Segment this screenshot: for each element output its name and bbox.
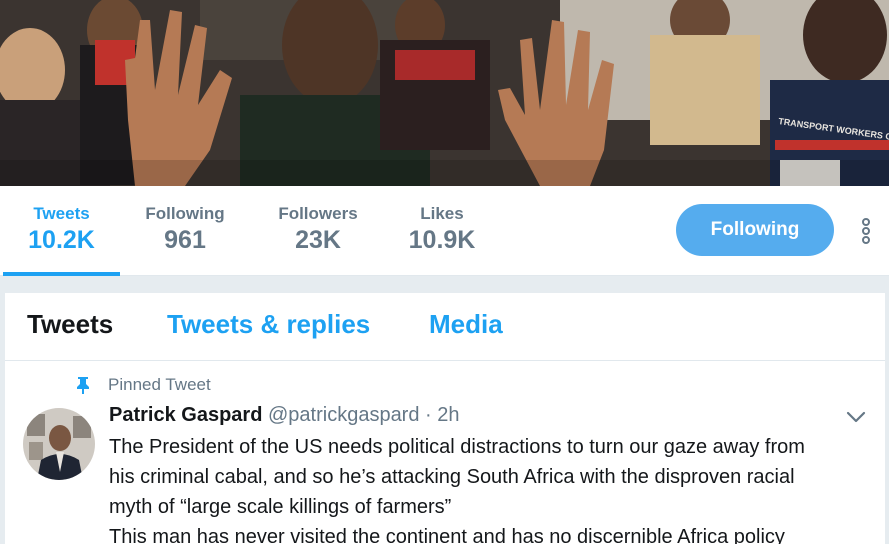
pinned-label: Pinned Tweet <box>108 375 211 394</box>
tweet-header: Patrick Gaspard @patrickgaspard · 2h <box>109 404 460 427</box>
likes-stat-tab[interactable]: Likes 10.9K <box>398 186 486 276</box>
timeline: Tweets Tweets & replies Media Pinned Twe… <box>5 293 885 544</box>
followers-stat-label: Followers <box>278 204 358 223</box>
tweet-text-line: The President of the US needs political … <box>109 436 805 458</box>
avatar-photo <box>23 408 95 480</box>
tweet-text-line: This man has never visited the continent… <box>109 526 785 544</box>
profile-nav: Tweets 10.2K Following 961 Followers 23K… <box>0 186 889 276</box>
tab-tweets-and-replies[interactable]: Tweets & replies <box>167 309 370 340</box>
tab-media[interactable]: Media <box>429 309 503 340</box>
likes-stat-label: Likes <box>420 204 464 223</box>
tweets-stat-value: 10.2K <box>28 226 95 254</box>
tweet-text-line: his criminal cabal, and so he’s attackin… <box>109 466 795 488</box>
tweet-timestamp[interactable]: 2h <box>437 404 459 426</box>
following-stat-label: Following <box>145 204 225 223</box>
more-options-button[interactable] <box>856 216 876 246</box>
following-stat-value: 961 <box>164 226 206 254</box>
tweets-stat-label: Tweets <box>33 204 90 223</box>
author-name[interactable]: Patrick Gaspard <box>109 404 262 426</box>
following-stat-tab[interactable]: Following 961 <box>130 186 240 276</box>
tweet-text-line: myth of “large scale killings of farmers… <box>109 496 452 518</box>
pin-icon <box>77 377 89 394</box>
likes-stat-value: 10.9K <box>408 226 476 254</box>
banner-photo: TRANSPORT WORKERS OF AMERICA · AFL-CIO <box>0 0 889 186</box>
avatar[interactable] <box>23 408 95 480</box>
header-separator: · <box>425 404 432 426</box>
followers-stat-tab[interactable]: Followers 23K <box>268 186 368 276</box>
tweet-menu-button[interactable] <box>845 409 867 425</box>
profile-banner: TRANSPORT WORKERS OF AMERICA · AFL-CIO <box>0 0 889 186</box>
vertical-ellipsis-icon <box>862 218 870 244</box>
following-button[interactable]: Following <box>676 204 834 256</box>
chevron-down-icon <box>846 411 866 423</box>
tweets-stat-tab[interactable]: Tweets 10.2K <box>3 186 120 276</box>
tab-tweets[interactable]: Tweets <box>27 309 113 340</box>
timeline-tabs: Tweets Tweets & replies Media <box>5 293 885 361</box>
author-handle[interactable]: @patrickgaspard <box>268 404 419 426</box>
followers-stat-value: 23K <box>295 226 341 254</box>
tweet-text: The President of the US needs political … <box>109 432 869 544</box>
